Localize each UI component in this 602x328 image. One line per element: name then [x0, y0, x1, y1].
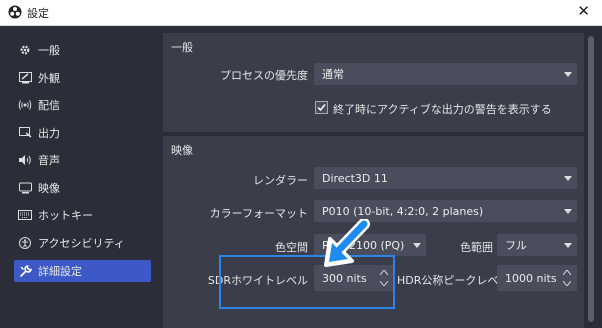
sidebar-item-accessibility[interactable]: アクセシビリティ [14, 232, 151, 254]
annotation-arrow-icon [324, 219, 370, 267]
checkmark-icon [317, 104, 326, 112]
warn-active-outputs-checkbox[interactable] [315, 101, 328, 114]
sidebar-item-label: ホットキー [38, 209, 93, 222]
warn-active-outputs-label: 終了時にアクティブな出力の警告を表示する [333, 103, 552, 116]
obs-logo-icon [8, 5, 22, 19]
sidebar-item-label: アクセシビリティ [38, 237, 125, 250]
color-range-label: 色範囲 [460, 241, 493, 254]
audio-icon [18, 153, 32, 167]
renderer-label: レンダラー [253, 174, 308, 187]
color-format-label: カラーフォーマット [209, 207, 308, 220]
sidebar-item-audio[interactable]: 音声 [14, 149, 151, 171]
accessibility-icon [18, 236, 32, 250]
sidebar-item-label: 一般 [38, 44, 60, 57]
section-title-video: 映像 [171, 144, 193, 157]
color-space-label: 色空間 [275, 241, 308, 254]
gear-icon [18, 43, 32, 57]
content-scrollbar-thumb[interactable] [588, 36, 594, 322]
chevron-down-icon [559, 234, 577, 256]
section-title-general: 一般 [171, 41, 193, 54]
color-range-select[interactable]: フル [497, 234, 577, 256]
sidebar-item-label: 詳細設定 [38, 265, 82, 278]
chevron-down-icon [559, 63, 577, 85]
sidebar-item-video[interactable]: 映像 [14, 177, 151, 199]
general-section: 一般 プロセスの優先度 通常 終了時にアクティブな出力の警告を表示する [163, 33, 584, 132]
sidebar-item-stream[interactable]: 配信 [14, 94, 151, 116]
window-title: 設定 [27, 7, 49, 20]
spin-down-icon[interactable] [559, 278, 575, 289]
sidebar-item-label: 出力 [38, 127, 60, 140]
appearance-icon [18, 71, 32, 85]
sidebar-item-general[interactable]: 一般 [14, 39, 151, 61]
hdr-peak-level-label: HDR公称ピークレベル [397, 274, 510, 287]
title-bar: 設定 ✕ [0, 0, 602, 26]
chevron-down-icon [559, 200, 577, 222]
chevron-down-icon [559, 167, 577, 189]
output-icon [18, 126, 32, 140]
wrench-icon [18, 264, 32, 278]
stream-icon [18, 98, 32, 112]
sidebar-item-label: 外観 [38, 72, 60, 85]
sidebar-item-label: 音声 [38, 154, 60, 167]
sidebar-item-output[interactable]: 出力 [14, 122, 151, 144]
sidebar-item-label: 配信 [38, 99, 60, 112]
renderer-select[interactable]: Direct3D 11 [314, 167, 577, 189]
settings-sidebar: 一般 外観 配信 出力 音声 映像 ホットキー アクセシビリティ 詳細設定 [0, 26, 159, 328]
hdr-peak-level-spinbox[interactable]: 1000 nits [497, 265, 577, 291]
video-icon [18, 181, 32, 195]
process-priority-select[interactable]: 通常 [314, 63, 577, 85]
sidebar-item-label: 映像 [38, 182, 60, 195]
sidebar-item-advanced[interactable]: 詳細設定 [14, 260, 151, 282]
chevron-down-icon [408, 234, 426, 256]
process-priority-label: プロセスの優先度 [220, 69, 308, 82]
sidebar-item-appearance[interactable]: 外観 [14, 67, 151, 89]
close-icon[interactable]: ✕ [577, 2, 590, 20]
spin-up-icon[interactable] [559, 267, 575, 278]
keyboard-icon [18, 208, 32, 222]
sidebar-item-hotkeys[interactable]: ホットキー [14, 204, 151, 226]
